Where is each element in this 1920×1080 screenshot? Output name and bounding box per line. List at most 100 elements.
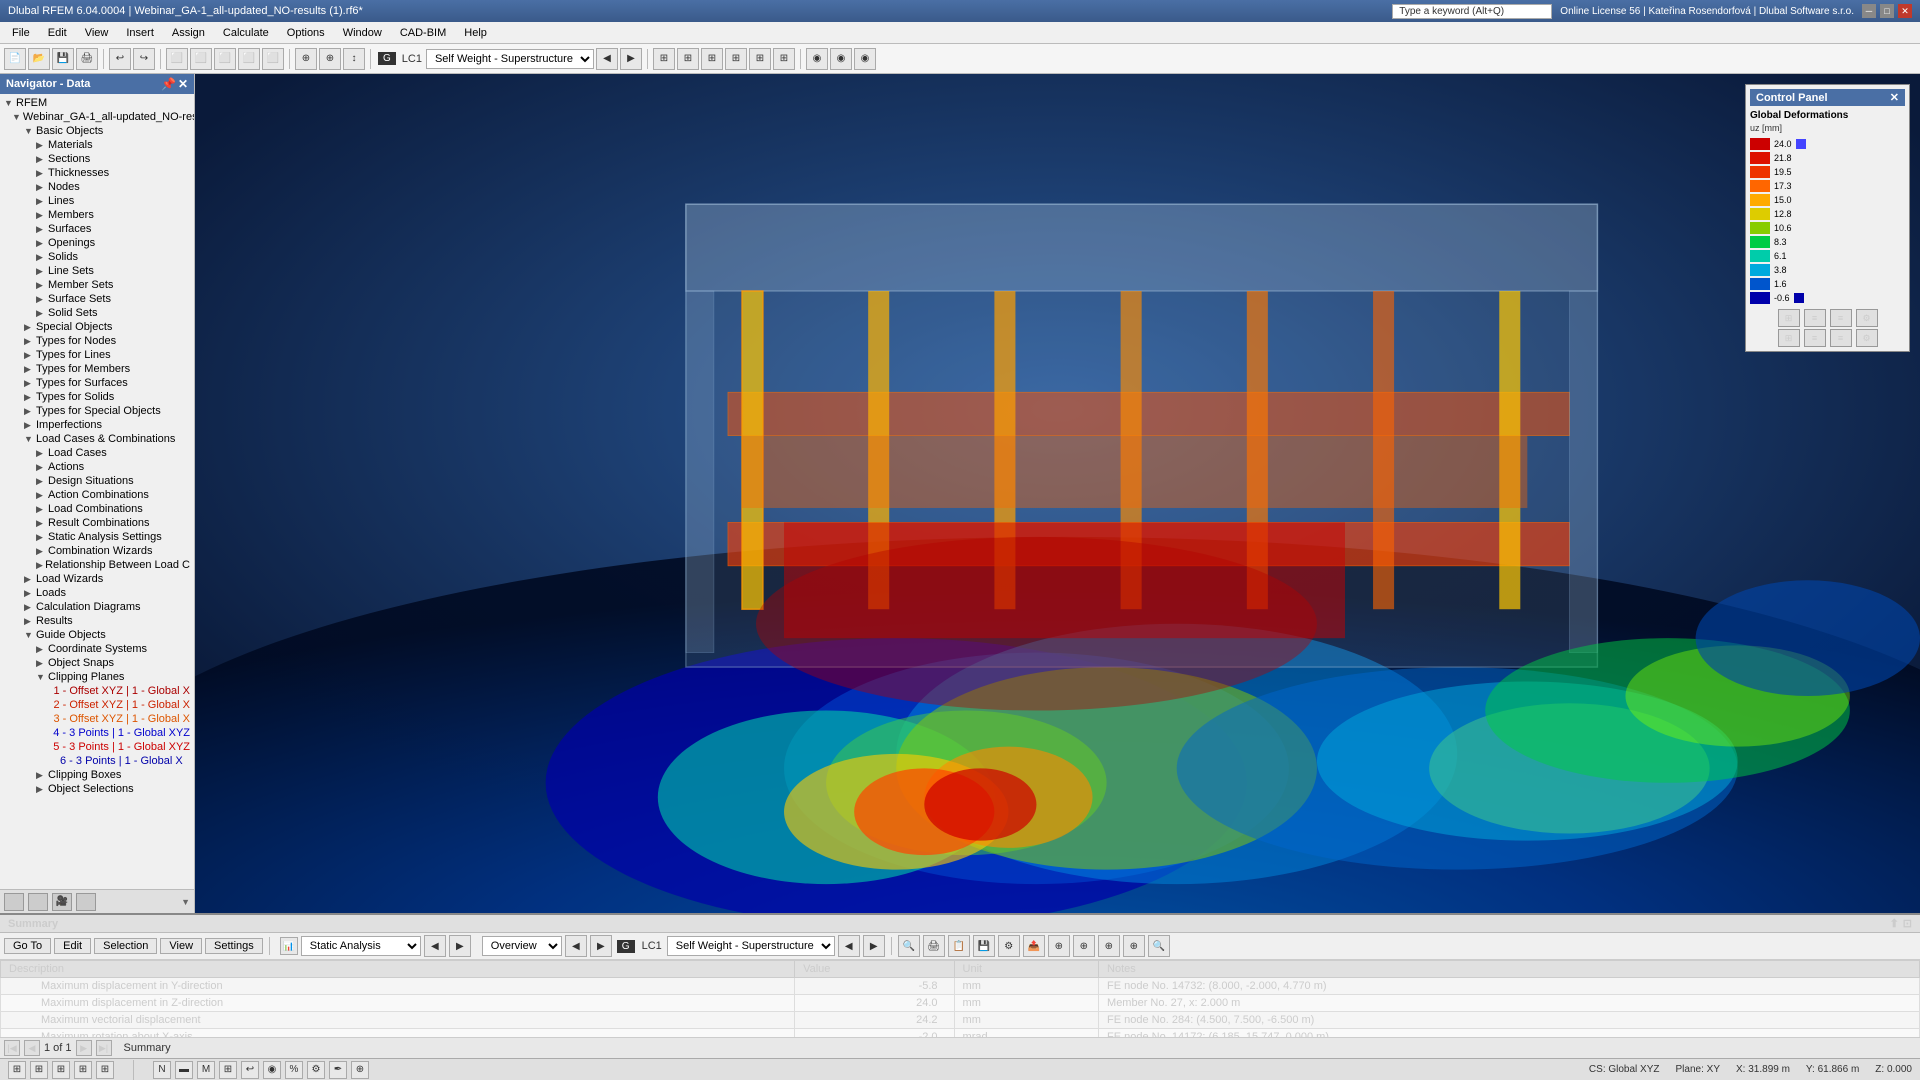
legend-btn-4[interactable]: ⚙ xyxy=(1856,309,1878,327)
view-btn[interactable]: View xyxy=(160,938,202,954)
tree-item[interactable]: ▶Types for Surfaces xyxy=(0,376,194,390)
tree-item[interactable]: 5 - 3 Points | 1 - Global XYZ xyxy=(0,740,194,754)
window-controls[interactable]: ─ □ ✕ xyxy=(1862,4,1912,18)
menu-cadbim[interactable]: CAD-BIM xyxy=(392,25,454,41)
legend-btn-6[interactable]: ≡ xyxy=(1804,329,1826,347)
status-tool-9[interactable]: ✒ xyxy=(329,1061,347,1079)
menu-options[interactable]: Options xyxy=(279,25,333,41)
tree-item[interactable]: ▶Line Sets xyxy=(0,264,194,278)
bottom-filter[interactable]: 🔍 xyxy=(1148,935,1170,957)
tree-item[interactable]: ▶Combination Wizards xyxy=(0,544,194,558)
goto-btn[interactable]: Go To xyxy=(4,938,51,954)
open-btn[interactable]: 📂 xyxy=(28,48,50,70)
status-icon-1[interactable]: ⊞ xyxy=(8,1061,26,1079)
page-last[interactable]: ▶| xyxy=(96,1040,112,1056)
tree-item[interactable]: ▼Load Cases & Combinations xyxy=(0,432,194,446)
status-icon-2[interactable]: ⊞ xyxy=(30,1061,48,1079)
status-tool-2[interactable]: ▬ xyxy=(175,1061,193,1079)
tree-item[interactable]: ▶Object Selections xyxy=(0,782,194,796)
viewport[interactable]: Control Panel ✕ Global Deformations uz [… xyxy=(195,74,1920,913)
status-icon-5[interactable]: ⊞ xyxy=(96,1061,114,1079)
legend-btn-5[interactable]: ⊞ xyxy=(1778,329,1800,347)
page-prev[interactable]: ◀ xyxy=(24,1040,40,1056)
status-tool-1[interactable]: N xyxy=(153,1061,171,1079)
bottom-tool-9[interactable]: ⊕ xyxy=(1098,935,1120,957)
tree-item[interactable]: 4 - 3 Points | 1 - Global XYZ xyxy=(0,726,194,740)
tree-item[interactable]: ▶Loads xyxy=(0,586,194,600)
tree-item[interactable]: ▶Nodes xyxy=(0,180,194,194)
nav-mode-2[interactable]: ⚙ xyxy=(28,893,48,911)
minimize-btn[interactable]: ─ xyxy=(1862,4,1876,18)
page-first[interactable]: |◀ xyxy=(4,1040,20,1056)
bottom-tool-10[interactable]: ⊕ xyxy=(1123,935,1145,957)
tree-item[interactable]: ▶Actions xyxy=(0,460,194,474)
tree-item[interactable]: ▶Thicknesses xyxy=(0,166,194,180)
menu-window[interactable]: Window xyxy=(335,25,390,41)
selection-btn[interactable]: Selection xyxy=(94,938,157,954)
tree-item[interactable]: ▶Members xyxy=(0,208,194,222)
menu-insert[interactable]: Insert xyxy=(118,25,162,41)
menu-assign[interactable]: Assign xyxy=(164,25,213,41)
undo-btn[interactable]: ↩ xyxy=(109,48,131,70)
maximize-btn[interactable]: □ xyxy=(1880,4,1894,18)
tree-item[interactable]: 3 - Offset XYZ | 1 - Global X xyxy=(0,712,194,726)
bottom-tool-8[interactable]: ⊕ xyxy=(1073,935,1095,957)
view-btn-2[interactable]: ⬜ xyxy=(190,48,212,70)
analysis-prev[interactable]: ◀ xyxy=(424,935,446,957)
status-tool-5[interactable]: ↩ xyxy=(241,1061,259,1079)
tree-item[interactable]: ▶Design Situations xyxy=(0,474,194,488)
nav-mode-4[interactable]: — xyxy=(76,893,96,911)
nav-close-btn[interactable]: ✕ xyxy=(178,77,188,91)
status-tool-6[interactable]: ◉ xyxy=(263,1061,281,1079)
new-btn[interactable]: 📄 xyxy=(4,48,26,70)
menu-help[interactable]: Help xyxy=(456,25,495,41)
3d-btn-2[interactable]: ⊞ xyxy=(677,48,699,70)
bottom-tool-4[interactable]: 💾 xyxy=(973,935,995,957)
tree-item[interactable]: 2 - Offset XYZ | 1 - Global X xyxy=(0,698,194,712)
lc-prev[interactable]: ◀ xyxy=(596,48,618,70)
legend-btn-7[interactable]: ≡ xyxy=(1830,329,1852,347)
menu-file[interactable]: File xyxy=(4,25,38,41)
tree-item[interactable]: ▼Clipping Planes xyxy=(0,670,194,684)
bottom-lc-name-next[interactable]: ▶ xyxy=(863,935,885,957)
bottom-expand-btn[interactable]: ⬆ xyxy=(1890,917,1899,930)
bottom-tool-2[interactable]: 🖨 xyxy=(923,935,945,957)
tree-item[interactable]: ▼Basic Objects xyxy=(0,124,194,138)
redo-btn[interactable]: ↪ xyxy=(133,48,155,70)
view-btn-4[interactable]: ⬜ xyxy=(238,48,260,70)
tree-item[interactable]: ▶Surfaces xyxy=(0,222,194,236)
render-btn-3[interactable]: ◉ xyxy=(854,48,876,70)
status-tool-4[interactable]: ⊞ xyxy=(219,1061,237,1079)
bottom-tool-3[interactable]: 📋 xyxy=(948,935,970,957)
bottom-float-btn[interactable]: ⊡ xyxy=(1903,917,1912,930)
tree-item[interactable]: ▶Imperfections xyxy=(0,418,194,432)
tool-btn-3[interactable]: ↕ xyxy=(343,48,365,70)
tree-item[interactable]: ▶Calculation Diagrams xyxy=(0,600,194,614)
tree-item[interactable]: ▶Types for Special Objects xyxy=(0,404,194,418)
3d-btn-5[interactable]: ⊞ xyxy=(749,48,771,70)
analysis-next[interactable]: ▶ xyxy=(449,935,471,957)
tree-item[interactable]: ▶Solids xyxy=(0,250,194,264)
search-box[interactable]: Type a keyword (Alt+Q) xyxy=(1392,4,1552,19)
nav-pin-btn[interactable]: 📌 xyxy=(161,77,176,91)
tree-item[interactable]: ▶Result Combinations xyxy=(0,516,194,530)
menu-edit[interactable]: Edit xyxy=(40,25,75,41)
status-tool-7[interactable]: % xyxy=(285,1061,303,1079)
bottom-lc-prev[interactable]: ◀ xyxy=(565,935,587,957)
view-btn-5[interactable]: ⬜ xyxy=(262,48,284,70)
tree-item[interactable]: ▶Load Combinations xyxy=(0,502,194,516)
render-btn-2[interactable]: ◉ xyxy=(830,48,852,70)
menu-view[interactable]: View xyxy=(77,25,117,41)
status-icon-3[interactable]: ⊞ xyxy=(52,1061,70,1079)
status-tool-3[interactable]: M xyxy=(197,1061,215,1079)
tree-item[interactable]: ▶Static Analysis Settings xyxy=(0,530,194,544)
bottom-lc-name-prev[interactable]: ◀ xyxy=(838,935,860,957)
tree-item[interactable]: ▼RFEM xyxy=(0,96,194,110)
save-btn[interactable]: 💾 xyxy=(52,48,74,70)
tree-item[interactable]: ▶Types for Nodes xyxy=(0,334,194,348)
bottom-tool-5[interactable]: ⚙ xyxy=(998,935,1020,957)
tree-item[interactable]: ▶Coordinate Systems xyxy=(0,642,194,656)
bottom-tool-6[interactable]: 📤 xyxy=(1023,935,1045,957)
legend-btn-2[interactable]: ≡ xyxy=(1804,309,1826,327)
page-next[interactable]: ▶ xyxy=(76,1040,92,1056)
